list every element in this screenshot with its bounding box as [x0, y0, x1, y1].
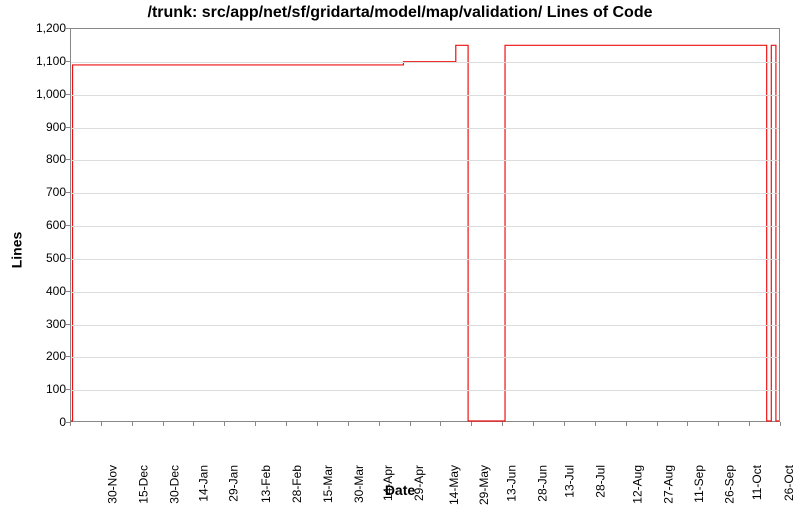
y-tick: [66, 28, 70, 29]
y-tick: [66, 61, 70, 62]
x-tick-label: 13-Jun: [505, 465, 519, 502]
x-tick-label: 29-Jan: [227, 465, 241, 502]
x-tick-label: 28-Feb: [290, 465, 304, 503]
x-tick-label: 15-Mar: [321, 465, 335, 503]
y-tick-label: 100: [16, 382, 66, 396]
y-tick-label: 700: [16, 185, 66, 199]
y-tick: [66, 389, 70, 390]
x-tick: [564, 422, 565, 426]
x-tick: [626, 422, 627, 426]
gridline: [71, 390, 779, 391]
gridline: [71, 325, 779, 326]
x-tick-label: 28-Jul: [594, 465, 608, 498]
x-tick: [348, 422, 349, 426]
x-tick: [687, 422, 688, 426]
x-tick-label: 30-Nov: [106, 465, 120, 504]
x-tick: [657, 422, 658, 426]
gridline: [71, 160, 779, 161]
x-tick: [502, 422, 503, 426]
chart-title: /trunk: src/app/net/sf/gridarta/model/ma…: [0, 4, 800, 22]
x-tick: [70, 422, 71, 426]
x-tick-label: 30-Mar: [352, 465, 366, 503]
y-tick: [66, 94, 70, 95]
x-tick: [440, 422, 441, 426]
y-tick: [66, 324, 70, 325]
y-tick: [66, 291, 70, 292]
x-tick-label: 29-May: [477, 465, 491, 505]
gridline: [71, 259, 779, 260]
x-tick-label: 15-Dec: [137, 465, 151, 504]
x-tick-label: 11-Sep: [691, 465, 705, 503]
y-tick-label: 400: [16, 284, 66, 298]
x-tick-label: 12-Aug: [630, 465, 644, 504]
x-tick: [286, 422, 287, 426]
x-tick: [317, 422, 318, 426]
y-tick: [66, 127, 70, 128]
x-tick: [163, 422, 164, 426]
y-tick: [66, 159, 70, 160]
x-tick-label: 26-Sep: [723, 465, 737, 504]
x-tick: [718, 422, 719, 426]
y-tick-label: 500: [16, 251, 66, 265]
x-tick-label: 29-Apr: [412, 465, 426, 501]
y-tick: [66, 356, 70, 357]
y-tick: [66, 258, 70, 259]
x-tick: [595, 422, 596, 426]
gridline: [71, 62, 779, 63]
x-tick-label: 14-May: [447, 465, 461, 505]
y-tick-label: 1,100: [16, 54, 66, 68]
x-axis-label: Date: [0, 482, 800, 498]
x-tick-label: 30-Dec: [167, 465, 181, 504]
x-tick-label: 14-Jan: [196, 465, 210, 502]
line-series: [71, 29, 779, 421]
y-tick-label: 900: [16, 120, 66, 134]
y-tick: [66, 225, 70, 226]
x-tick: [101, 422, 102, 426]
y-tick-label: 600: [16, 218, 66, 232]
x-tick: [533, 422, 534, 426]
loc-chart: /trunk: src/app/net/sf/gridarta/model/ma…: [0, 0, 800, 500]
gridline: [71, 357, 779, 358]
plot-area: [70, 28, 780, 422]
x-tick-label: 14-Apr: [381, 465, 395, 501]
x-tick-label: 26-Oct: [782, 465, 796, 501]
gridline: [71, 226, 779, 227]
x-tick: [255, 422, 256, 426]
gridline: [71, 292, 779, 293]
x-tick-label: 11-Oct: [750, 465, 764, 500]
x-tick: [471, 422, 472, 426]
gridline: [71, 95, 779, 96]
x-tick: [193, 422, 194, 426]
y-tick-label: 1,200: [16, 21, 66, 35]
x-tick: [379, 422, 380, 426]
y-tick-label: 1,000: [16, 87, 66, 101]
x-tick: [132, 422, 133, 426]
x-tick-label: 13-Feb: [259, 465, 273, 503]
y-tick-label: 800: [16, 152, 66, 166]
x-tick-label: 27-Aug: [661, 465, 675, 504]
x-tick: [224, 422, 225, 426]
x-tick: [780, 422, 781, 426]
x-tick-label: 13-Jul: [563, 465, 577, 498]
y-tick-label: 200: [16, 349, 66, 363]
x-tick: [749, 422, 750, 426]
x-tick-label: 28-Jun: [536, 465, 550, 502]
y-tick-label: 0: [16, 415, 66, 429]
gridline: [71, 128, 779, 129]
y-tick-label: 300: [16, 317, 66, 331]
x-tick: [410, 422, 411, 426]
gridline: [71, 193, 779, 194]
y-tick: [66, 192, 70, 193]
